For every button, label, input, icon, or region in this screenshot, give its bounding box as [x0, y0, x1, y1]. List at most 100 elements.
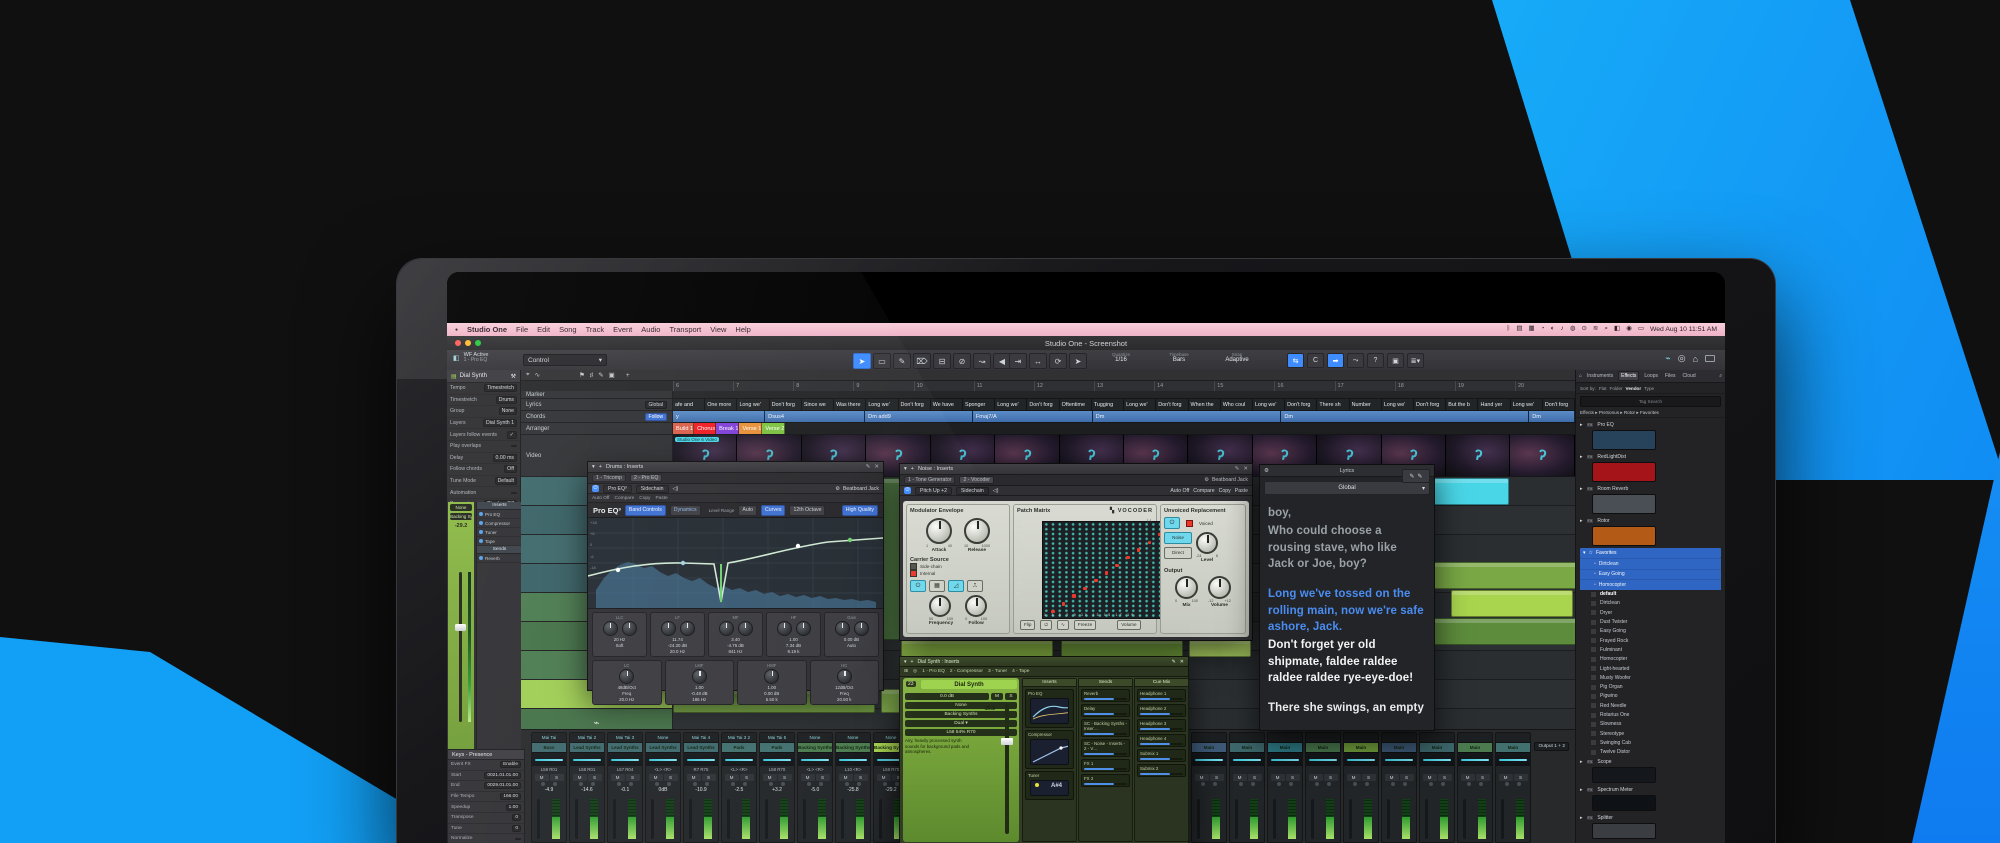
status-icon[interactable]: ⊙ — [1581, 326, 1586, 333]
lyric-event[interactable]: Since we — [802, 399, 834, 410]
insert-slot[interactable]: Pro EQ — [477, 510, 522, 519]
mute-button[interactable]: M — [1385, 774, 1399, 781]
bus-slot[interactable]: Backing Synths — [450, 513, 472, 520]
input-slot[interactable]: None — [450, 504, 472, 511]
status-icon[interactable]: ◔ — [1541, 326, 1545, 333]
monitor-button[interactable] — [1365, 782, 1369, 786]
record-arm-button[interactable] — [1201, 782, 1205, 786]
lyric-event[interactable]: Was there — [834, 399, 866, 410]
attack-knob[interactable] — [926, 518, 952, 544]
power-icon[interactable]: ⏻ — [910, 580, 926, 592]
compare-button[interactable]: Compare — [1193, 488, 1214, 494]
wrench-icon[interactable]: ⚒ — [511, 373, 516, 380]
mixer-bus-strip[interactable]: Main MS — [1457, 732, 1493, 843]
power-icon[interactable] — [479, 539, 483, 543]
sort-flat[interactable]: Flat — [1599, 386, 1607, 391]
copy-button[interactable]: Copy — [639, 496, 650, 501]
lyric-event[interactable]: Sponger — [963, 399, 995, 410]
volume-knob[interactable] — [1208, 576, 1231, 599]
solo-button[interactable]: S — [1400, 774, 1414, 781]
status-icon[interactable]: ◉ — [1626, 326, 1632, 333]
level-knob[interactable] — [1196, 532, 1218, 554]
fader-track[interactable] — [727, 799, 730, 839]
inspector-row[interactable]: LayersDial Synth 1 — [447, 418, 520, 430]
monitor-button[interactable] — [1327, 782, 1331, 786]
tab-effects[interactable]: Effects — [1618, 371, 1639, 381]
solo-button[interactable]: S — [1248, 774, 1262, 781]
favorite-preset[interactable]: ▫Homocopter — [1580, 579, 1721, 590]
cue-slot[interactable]: Headphone 3 — [1137, 719, 1186, 732]
paste-button[interactable]: Paste — [1235, 488, 1248, 494]
channel-name[interactable]: Dial Synth — [921, 680, 1017, 689]
autoscroll-icon[interactable]: ⇥ — [1009, 353, 1027, 369]
inspector-row[interactable]: Follow chordsOff — [447, 464, 520, 476]
chord-event[interactable]: Dm — [1529, 411, 1575, 422]
mute-button[interactable]: M — [1499, 774, 1513, 781]
mixer-bus-strip[interactable]: Main MS — [1229, 732, 1265, 843]
lyric-event[interactable]: Number — [1350, 399, 1382, 410]
gear-icon[interactable]: ⚙ — [1204, 477, 1209, 483]
noise-button[interactable]: Noise — [1164, 532, 1192, 544]
solo-button[interactable]: S — [1324, 774, 1338, 781]
fader-track[interactable] — [575, 799, 578, 839]
band-controls-button[interactable]: Band Controls — [625, 505, 666, 516]
lyric-event[interactable]: Long we' — [1253, 399, 1285, 410]
lyric-event[interactable]: Long we' — [995, 399, 1027, 410]
monitor-button[interactable] — [1213, 782, 1217, 786]
preset-item[interactable]: Stereotype — [1580, 729, 1721, 738]
knob[interactable] — [777, 621, 792, 636]
flip-button[interactable]: Flip — [1020, 620, 1035, 630]
lyric-event[interactable]: Hand yer — [1478, 399, 1510, 410]
pin-icon[interactable]: ✎ — [1235, 466, 1240, 472]
solo-button[interactable]: S — [1362, 774, 1376, 781]
lyric-event[interactable]: There sh — [1317, 399, 1349, 410]
preset-item[interactable]: Frayed Rock — [1580, 636, 1721, 645]
breadcrumb[interactable]: Effects ▸ PreSonus ▸ Rotor ▸ Favorites — [1576, 409, 1725, 418]
mute-button[interactable]: M — [1271, 774, 1285, 781]
eq-band-group[interactable]: HMF 1.000.00 dB5.50 k — [737, 660, 807, 705]
mute-button[interactable]: M — [991, 693, 1003, 700]
eq-band-group[interactable]: HF 1.007.34 dB9.19 k — [766, 612, 821, 657]
cue-slot[interactable]: Headphone 2 — [1137, 704, 1186, 717]
fader-track[interactable] — [1197, 799, 1200, 839]
sort-type[interactable]: Type — [1644, 386, 1654, 391]
fader-track[interactable] — [613, 799, 616, 839]
audio-clip[interactable] — [1189, 639, 1251, 657]
lyric-event[interactable]: But the b — [1446, 399, 1478, 410]
lyric-event[interactable]: Long we' — [737, 399, 769, 410]
fader-track[interactable] — [459, 572, 462, 722]
follow-icon[interactable]: ↔ — [1029, 353, 1047, 369]
inspector-row[interactable]: TempoTimestretch — [447, 383, 520, 395]
mute-button[interactable]: M — [649, 774, 663, 781]
chord-event[interactable]: Dm — [1281, 411, 1529, 422]
menu-item[interactable]: File — [516, 325, 528, 334]
loop-toggle-button[interactable]: ⇆ — [1287, 353, 1304, 368]
preset-item[interactable]: Dust Twister — [1580, 617, 1721, 626]
insert-tab[interactable]: 3 - Tuner — [988, 669, 1007, 674]
status-icon[interactable]: ᛒ — [1506, 326, 1510, 333]
quantize-display[interactable]: Quantize1/16 — [1095, 352, 1147, 363]
fx-plugin-row[interactable]: ▸FXSplitter — [1580, 813, 1721, 823]
high-quality-button[interactable]: High Quality — [842, 505, 878, 516]
audio-clip[interactable] — [1433, 618, 1575, 645]
plugin-thumbnail[interactable] — [1592, 494, 1656, 514]
record-arm-button[interactable] — [1277, 782, 1281, 786]
mixer-channel-strip[interactable]: None Backing Synths L10 <R> MS -25.8 — [835, 732, 871, 843]
plugin-thumbnail[interactable] — [1592, 526, 1656, 546]
help-button[interactable]: ? — [1367, 353, 1384, 368]
lyrics-scope-dropdown[interactable]: Global ▾ — [1264, 481, 1430, 495]
sharp-icon[interactable]: ♯ — [590, 372, 593, 379]
insert-slot[interactable]: Tape — [477, 537, 522, 546]
mixer-channel-strip[interactable]: Mai Tai 4 Lead Synths R7 R75 MS -10.9 — [683, 732, 719, 843]
send-slot[interactable]: FX 2 — [1081, 774, 1130, 787]
chord-event[interactable]: y — [673, 411, 765, 422]
fader-handle[interactable] — [1001, 738, 1013, 745]
insert-tab[interactable]: 1 - Tone Generator — [904, 476, 955, 484]
menu-item[interactable]: Transport — [669, 325, 701, 334]
solo-button[interactable]: S — [740, 774, 754, 781]
solo-button[interactable]: S — [816, 774, 830, 781]
grid-icon[interactable]: ⊞ — [904, 669, 908, 674]
preset-item[interactable]: default — [1580, 590, 1721, 599]
knob[interactable] — [796, 621, 811, 636]
lyric-event[interactable]: We have — [931, 399, 963, 410]
